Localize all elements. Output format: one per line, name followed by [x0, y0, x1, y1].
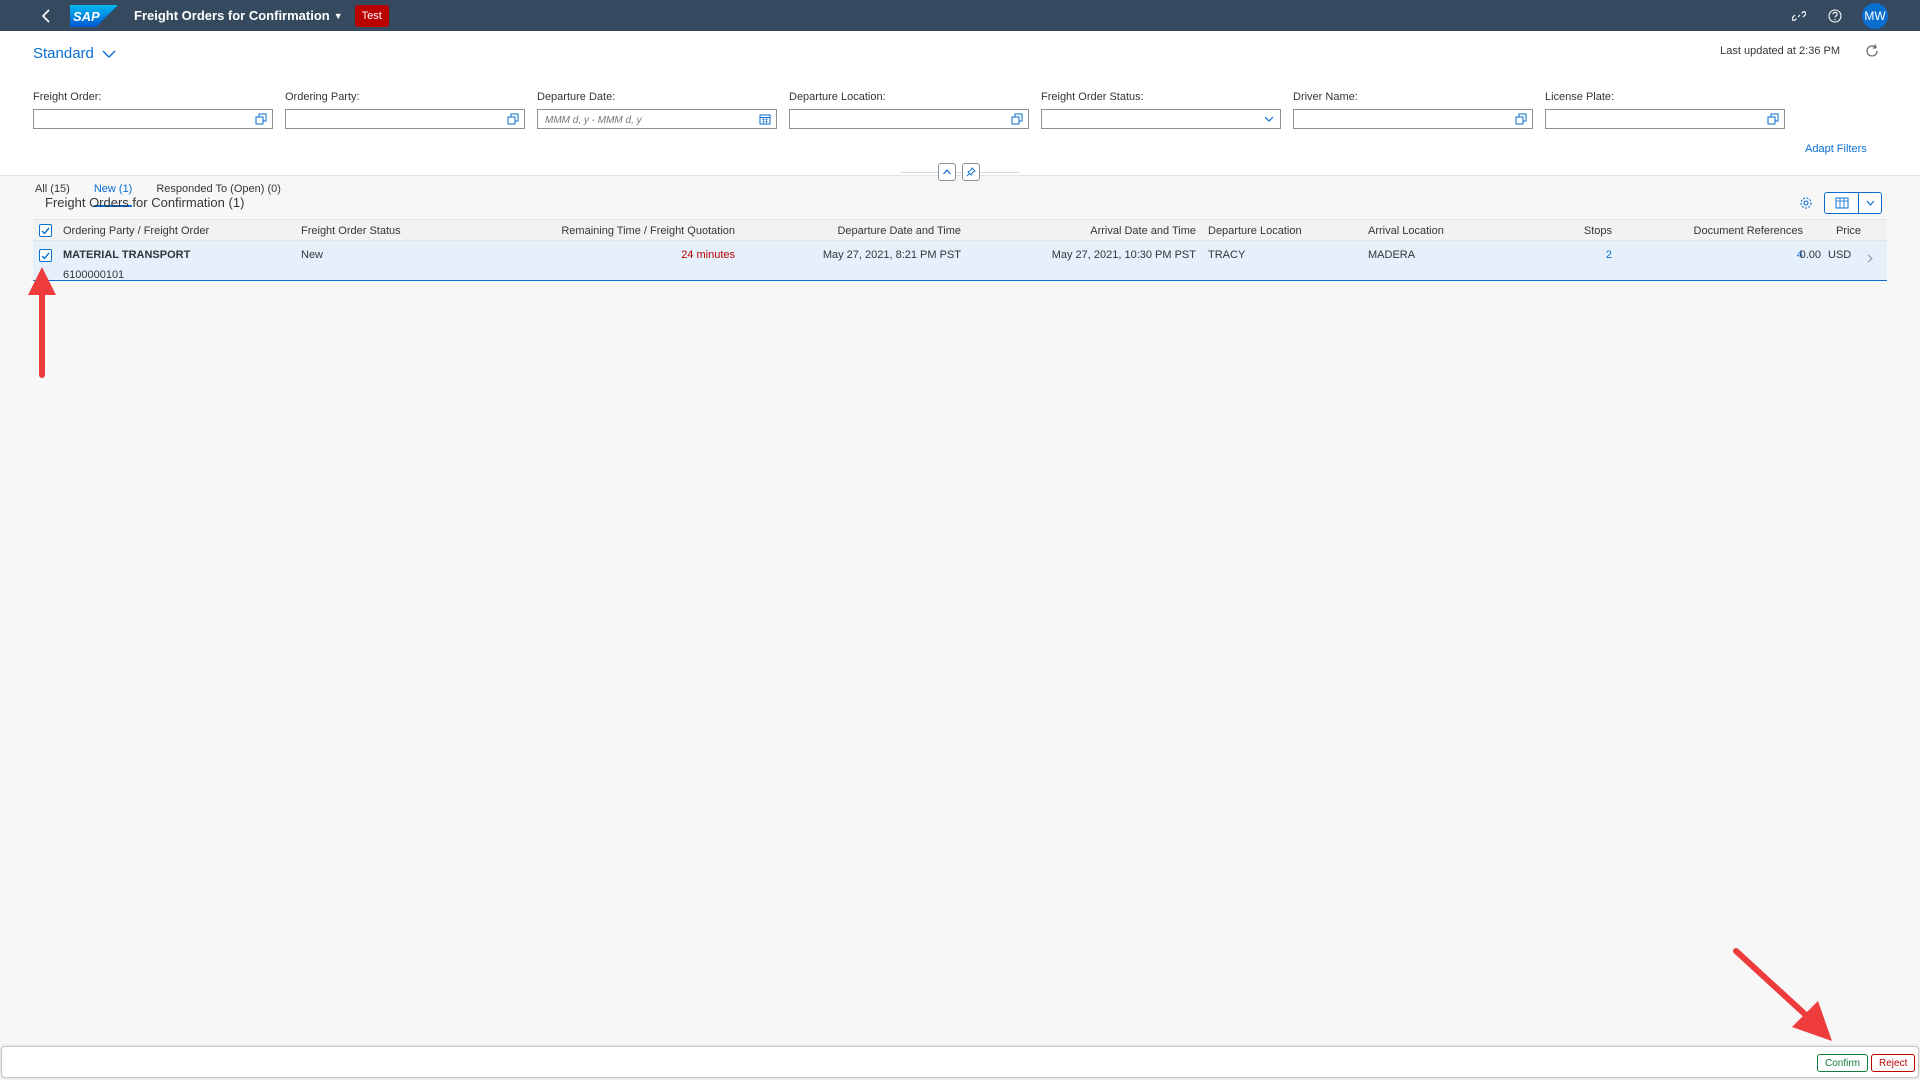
remaining-time: 24 minutes — [681, 249, 735, 261]
footer-toolbar: Confirm Reject — [1, 1046, 1919, 1078]
column-header-departure-location[interactable]: Departure Location — [1208, 225, 1302, 237]
chevron-right-icon[interactable] — [1867, 254, 1873, 263]
freight-orders-table: Freight Orders for Confirmation (1) Orde… — [33, 187, 1887, 300]
annotation-arrow-down-right-icon — [1733, 948, 1832, 1041]
departure-location-input[interactable] — [790, 111, 1028, 130]
shell-bar: SAP Freight Orders for Confirmation ▼ Te… — [0, 0, 1920, 31]
value-help-icon[interactable] — [1767, 113, 1779, 125]
filter-label: Freight Order Status: — [1041, 91, 1144, 103]
system-badge: Test — [354, 4, 389, 27]
calendar-icon[interactable] — [759, 113, 771, 125]
arrival-location: MADERA — [1368, 249, 1416, 261]
app-title-menu[interactable]: Freight Orders for Confirmation ▼ — [134, 8, 343, 23]
svg-text:SAP: SAP — [73, 9, 100, 24]
reject-button[interactable]: Reject — [1871, 1054, 1916, 1072]
pin-icon — [966, 167, 976, 177]
filter-bar: Freight Order: Ordering Party: Departure… — [33, 91, 1785, 130]
chevron-down-icon[interactable] — [1263, 113, 1275, 125]
column-header-ordering-party[interactable]: Ordering Party / Freight Order — [63, 225, 209, 237]
link-icon[interactable] — [1790, 7, 1808, 25]
user-avatar[interactable]: MW — [1862, 2, 1888, 29]
ordering-party-input[interactable] — [286, 111, 524, 130]
freight-order-status-select[interactable] — [1042, 111, 1280, 130]
filter-label: License Plate: — [1545, 91, 1615, 103]
column-header-departure[interactable]: Departure Date and Time — [753, 225, 961, 237]
refresh-icon[interactable] — [1864, 43, 1880, 59]
filter-license-plate: License Plate: — [1545, 91, 1785, 130]
checkmark-icon — [41, 227, 50, 235]
filter-freight-order: Freight Order: — [33, 91, 273, 130]
back-icon[interactable] — [36, 5, 58, 27]
sap-logo[interactable]: SAP — [70, 4, 118, 27]
price-amount: 0.00 — [1799, 249, 1821, 261]
filter-departure-date: Departure Date: — [537, 91, 777, 130]
freight-order-input[interactable] — [34, 111, 272, 130]
column-header-document-references[interactable]: Document References — [1633, 225, 1803, 237]
column-header-stops[interactable]: Stops — [1513, 225, 1612, 237]
value-help-icon[interactable] — [255, 113, 267, 125]
filter-ordering-party: Ordering Party: — [285, 91, 525, 130]
caret-down-icon: ▼ — [333, 10, 343, 21]
help-icon[interactable] — [1826, 7, 1844, 25]
filter-label: Driver Name: — [1293, 91, 1358, 103]
freight-order-number: 6100000101 — [63, 269, 125, 281]
stops-link[interactable]: 2 — [1513, 249, 1612, 261]
filter-label: Departure Location: — [789, 91, 886, 103]
variant-name: Standard — [33, 45, 94, 62]
column-header-price[interactable]: Price — [1813, 225, 1861, 237]
arrival-date-time: May 27, 2021, 10:30 PM PST — [1051, 249, 1196, 261]
chevron-down-icon — [1866, 200, 1874, 206]
table-title: Freight Orders for Confirmation (1) — [45, 195, 245, 210]
table-header: Ordering Party / Freight Order Freight O… — [33, 219, 1887, 241]
confirm-button[interactable]: Confirm — [1817, 1054, 1869, 1072]
filter-header: Standard Last updated at 2:36 PM Freight… — [0, 31, 1920, 207]
price-currency: USD — [1828, 249, 1852, 261]
departure-location: TRACY — [1208, 249, 1246, 261]
license-plate-input[interactable] — [1546, 111, 1784, 130]
filter-label: Freight Order: — [33, 91, 102, 103]
export-to-spreadsheet-button[interactable] — [1825, 193, 1859, 213]
value-help-icon[interactable] — [1515, 113, 1527, 125]
chevron-up-icon — [943, 169, 951, 175]
app-title: Freight Orders for Confirmation — [134, 8, 330, 23]
adapt-filters-link[interactable]: Adapt Filters — [1805, 143, 1867, 155]
column-header-arrival[interactable]: Arrival Date and Time — [993, 225, 1196, 237]
checkmark-icon — [41, 252, 50, 260]
column-header-remaining-time[interactable]: Remaining Time / Freight Quotation — [513, 225, 735, 237]
last-updated-text: Last updated at 2:36 PM — [1720, 45, 1840, 57]
filter-freight-order-status: Freight Order Status: — [1041, 91, 1281, 130]
filter-driver-name: Driver Name: — [1293, 91, 1533, 130]
variant-selector[interactable]: Standard — [33, 45, 116, 62]
collapse-header-button[interactable] — [938, 163, 956, 181]
export-button — [1824, 192, 1882, 214]
freight-order-status: New — [301, 249, 324, 261]
gear-icon[interactable] — [1799, 196, 1813, 210]
row-select-checkbox[interactable] — [39, 249, 52, 262]
departure-date-input[interactable] — [538, 111, 776, 130]
pin-header-button[interactable] — [962, 163, 980, 181]
filter-label: Ordering Party: — [285, 91, 360, 103]
driver-name-input[interactable] — [1294, 111, 1532, 130]
export-options-dropdown[interactable] — [1859, 193, 1881, 213]
header-collapse-controls — [938, 163, 980, 181]
select-all-checkbox[interactable] — [39, 224, 52, 237]
column-header-arrival-location[interactable]: Arrival Location — [1368, 225, 1444, 237]
column-header-status[interactable]: Freight Order Status — [301, 225, 401, 237]
departure-date-time: May 27, 2021, 8:21 PM PST — [822, 249, 961, 261]
chevron-down-icon — [102, 50, 116, 58]
value-help-icon[interactable] — [1011, 113, 1023, 125]
ordering-party: MATERIAL TRANSPORT — [63, 249, 191, 261]
filter-departure-location: Departure Location: — [789, 91, 1029, 130]
table-row[interactable]: MATERIAL TRANSPORT 6100000101 New 24 min… — [33, 241, 1887, 281]
filter-label: Departure Date: — [537, 91, 616, 103]
value-help-icon[interactable] — [507, 113, 519, 125]
spreadsheet-icon — [1835, 197, 1848, 209]
